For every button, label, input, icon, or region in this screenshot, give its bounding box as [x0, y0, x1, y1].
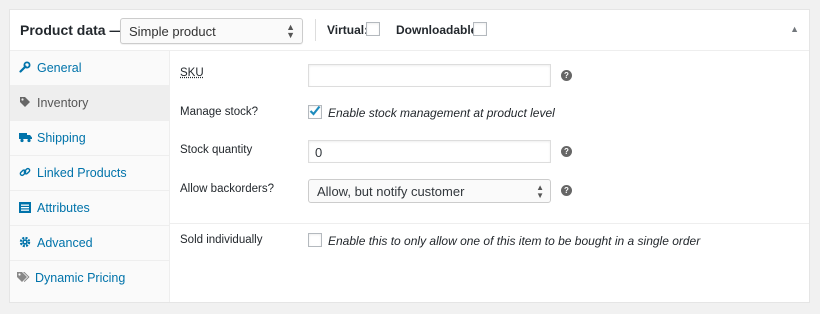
link-icon	[18, 165, 32, 179]
gear-icon	[18, 235, 32, 249]
stock-quantity-value: 0	[315, 145, 323, 160]
inventory-panel: SKU ? Manage stock? Enable stock managem…	[170, 51, 809, 302]
help-icon[interactable]: ?	[561, 70, 572, 81]
truck-icon	[18, 130, 32, 144]
manage-stock-text: Enable stock management at product level	[328, 106, 555, 120]
section-divider	[170, 223, 809, 224]
help-icon[interactable]: ?	[561, 185, 572, 196]
tab-label: General	[37, 61, 82, 75]
panel-header: Product data — Simple product ▲ ▼ Virtual…	[10, 10, 809, 51]
list-icon	[18, 200, 32, 214]
sku-input[interactable]	[308, 64, 551, 87]
tab-label: Advanced	[37, 236, 93, 250]
backorders-select[interactable]: Allow, but notify customer ▲ ▼	[308, 179, 551, 203]
tab-label: Linked Products	[37, 166, 127, 180]
tab-label: Attributes	[37, 201, 90, 215]
wrench-icon	[18, 60, 32, 74]
tab-label: Inventory	[37, 96, 89, 110]
sold-individually-label: Sold individually	[180, 234, 263, 246]
caret-up-icon[interactable]: ▲	[790, 24, 799, 34]
backorders-label: Allow backorders?	[180, 183, 274, 195]
sold-individually-checkbox[interactable]	[308, 233, 322, 247]
downloadable-label: Downloadable:	[396, 23, 482, 37]
virtual-checkbox[interactable]	[366, 22, 380, 36]
sold-individually-text: Enable this to only allow one of this it…	[328, 234, 701, 248]
tab-linked-products[interactable]: Linked Products	[10, 156, 169, 191]
header-divider	[315, 19, 316, 41]
downloadable-checkbox[interactable]	[473, 22, 487, 36]
help-icon[interactable]: ?	[561, 146, 572, 157]
tags-icon	[16, 270, 30, 284]
tab-shipping[interactable]: Shipping	[10, 121, 169, 156]
select-arrows-icon: ▲ ▼	[536, 183, 544, 200]
product-data-panel: Product data — Simple product ▲ ▼ Virtual…	[9, 9, 810, 303]
select-arrows-icon: ▲ ▼	[286, 22, 295, 40]
stock-quantity-input[interactable]: 0	[308, 140, 551, 163]
product-type-value: Simple product	[129, 24, 216, 39]
manage-stock-label: Manage stock?	[180, 106, 258, 118]
product-type-select[interactable]: Simple product ▲ ▼	[120, 18, 303, 44]
panel-title: Product data —	[20, 22, 124, 38]
sku-label: SKU	[180, 67, 204, 79]
tab-label: Dynamic Pricing	[35, 271, 126, 285]
manage-stock-checkbox[interactable]	[308, 105, 322, 119]
tab-general[interactable]: General	[10, 51, 169, 86]
tab-dynamic-pricing[interactable]: Dynamic Pricing	[10, 261, 169, 296]
tag-icon	[18, 95, 32, 109]
tab-label: Shipping	[37, 131, 86, 145]
tab-inventory[interactable]: Inventory	[10, 86, 169, 121]
backorders-value: Allow, but notify customer	[317, 184, 465, 199]
tab-advanced[interactable]: Advanced	[10, 226, 169, 261]
tab-attributes[interactable]: Attributes	[10, 191, 169, 226]
virtual-label: Virtual:	[327, 23, 369, 37]
product-data-tabs: General Inventory Shipping Linked Produc…	[10, 51, 170, 302]
stock-quantity-label: Stock quantity	[180, 144, 253, 156]
